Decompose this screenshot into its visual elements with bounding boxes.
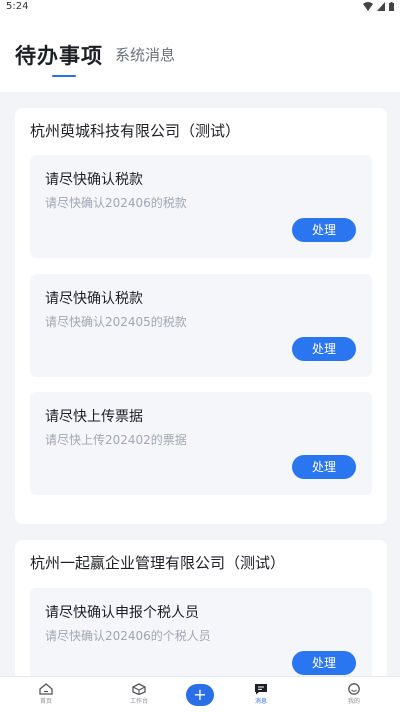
handle-button[interactable]: 处理 [292,218,356,242]
tab-label: 我的 [347,698,360,705]
tab-profile[interactable]: 我的 [334,683,374,705]
task-description: 请尽快确认202405的税款 [45,315,187,329]
signal-icon [377,2,385,11]
smile-icon [348,683,360,695]
wifi-icon [363,2,373,11]
status-icons [363,2,394,11]
add-button[interactable]: + [186,684,214,706]
battery-icon [389,2,394,11]
company-card: 杭州萸城科技有限公司（测试） 请尽快确认税款 请尽快确认202406的税款 处理… [15,108,387,524]
status-bar: 5:24 [0,0,400,16]
handle-button[interactable]: 处理 [292,337,356,361]
task-item[interactable]: 请尽快确认税款 请尽快确认202405的税款 处理 [30,274,372,377]
company-name: 杭州萸城科技有限公司（测试） [30,122,241,140]
tab-todo[interactable]: 待办事项 [15,40,103,70]
task-title: 请尽快上传票据 [45,409,143,425]
task-title: 请尽快确认税款 [45,172,143,188]
tab-home[interactable]: 首页 [26,683,66,705]
tab-workbench[interactable]: 工作台 [119,683,159,705]
task-title: 请尽快确认税款 [45,291,143,307]
task-description: 请尽快确认202406的个税人员 [45,629,211,643]
task-item[interactable]: 请尽快确认税款 请尽快确认202406的税款 处理 [30,155,372,258]
header: 待办事项 系统消息 [0,16,400,92]
status-time: 5:24 [6,1,29,12]
tab-messages[interactable]: 消息 [241,683,281,705]
tab-system-messages[interactable]: 系统消息 [115,44,175,65]
message-icon [255,684,267,695]
task-item[interactable]: 请尽快上传票据 请尽快上传202402的票据 处理 [30,392,372,495]
task-description: 请尽快上传202402的票据 [45,433,187,447]
handle-button[interactable]: 处理 [292,651,356,675]
task-title: 请尽快确认申报个税人员 [45,605,199,621]
tab-active-indicator [52,75,76,77]
task-item[interactable]: 请尽快确认申报个税人员 请尽快确认202406的个税人员 处理 [30,588,372,680]
home-icon [39,683,53,695]
tab-label: 首页 [39,698,52,705]
handle-button[interactable]: 处理 [292,455,356,479]
tab-label: 消息 [254,698,267,705]
company-card: 杭州一起赢企业管理有限公司（测试） 请尽快确认申报个税人员 请尽快确认20240… [15,540,387,680]
cube-icon [132,683,146,695]
company-name: 杭州一起赢企业管理有限公司（测试） [30,554,286,572]
task-description: 请尽快确认202406的税款 [45,196,187,210]
tab-label: 工作台 [129,698,148,705]
